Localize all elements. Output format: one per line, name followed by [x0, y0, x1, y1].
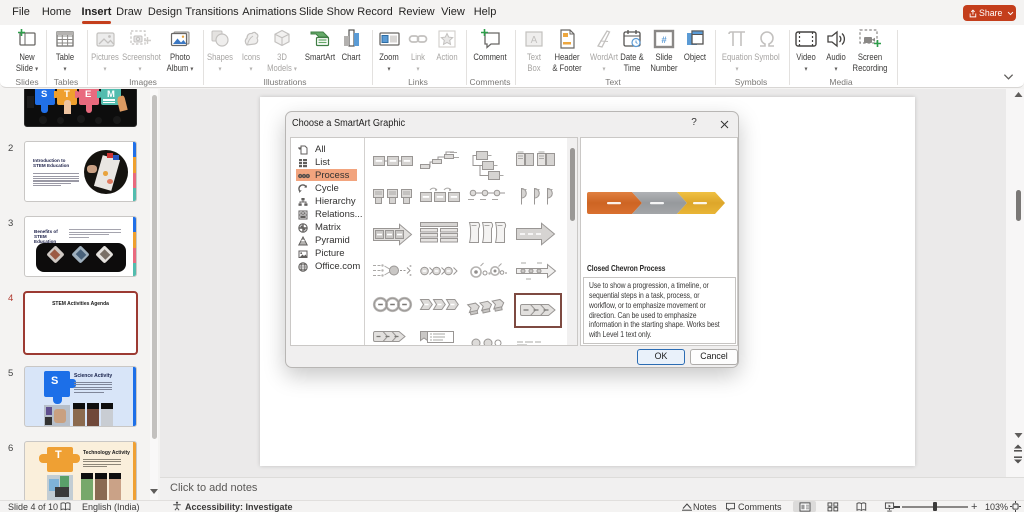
svg-text:A: A	[531, 35, 538, 46]
svg-text:#: #	[661, 35, 667, 46]
